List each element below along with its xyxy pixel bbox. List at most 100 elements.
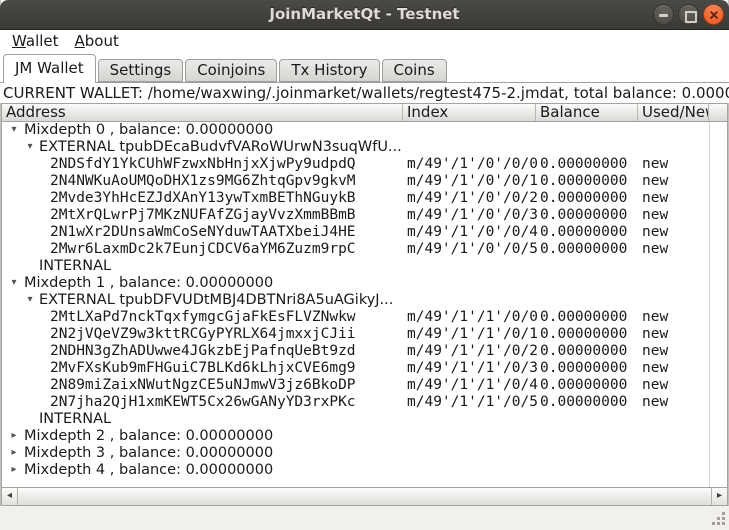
horizontal-scrollbar[interactable]: ◂ ▸ <box>2 487 727 505</box>
address-cell: 2N89miZaixNWutNgzCE5uNJmwV3jz6BkoDP <box>50 377 356 394</box>
close-icon[interactable] <box>703 4 724 25</box>
status-cell: new <box>642 241 668 258</box>
address-row[interactable]: 2NDHN3gZhADUwwe4JGkzbEjPafnqUeBt9zdm/49'… <box>2 343 726 360</box>
balance-cell: 0.00000000 <box>540 309 627 326</box>
resize-grip-icon[interactable] <box>711 511 726 526</box>
tree-label: Mixdepth 2 , balance: 0.00000000 <box>24 428 273 445</box>
menu-about[interactable]: About <box>67 31 127 51</box>
scroll-left-icon[interactable]: ◂ <box>2 488 18 505</box>
column-divider <box>709 122 710 487</box>
index-cell: m/49'/1'/1'/0/1 <box>407 326 538 343</box>
mixdepth-row[interactable]: ▾Mixdepth 0 , balance: 0.00000000 <box>2 122 726 139</box>
address-cell: 2N2jVQeVZ9w3kttRCGyPYRLX64jmxxjCJii <box>50 326 356 343</box>
address-row[interactable]: 2N7jha2QjH1xmKEWT5Cx26wGANyYD3rxPKcm/49'… <box>2 394 726 411</box>
tree-label: Mixdepth 0 , balance: 0.00000000 <box>24 122 273 139</box>
index-cell: m/49'/1'/1'/0/2 <box>407 343 538 360</box>
expander-expanded-icon[interactable]: ▾ <box>24 139 36 156</box>
status-cell: new <box>642 343 668 360</box>
mixdepth-row[interactable]: ▸Mixdepth 4 , balance: 0.00000000 <box>2 462 726 479</box>
status-bar <box>0 506 729 530</box>
expander-collapsed-icon[interactable]: ▸ <box>8 462 20 479</box>
expander-expanded-icon[interactable]: ▾ <box>8 275 20 292</box>
tab-coins[interactable]: Coins <box>382 59 447 82</box>
expander-expanded-icon[interactable]: ▾ <box>8 122 20 139</box>
address-cell: 2N4NWKuAoUMQoDHX1zs9MG6ZhtqGpv9gkvM <box>50 173 356 190</box>
balance-cell: 0.00000000 <box>540 360 627 377</box>
expander-expanded-icon[interactable]: ▾ <box>24 292 36 309</box>
address-row[interactable]: 2Mwr6LaxmDc2k7EunjCDCV6aYM6Zuzm9rpC m/49'… <box>2 241 726 258</box>
window-controls <box>653 4 724 25</box>
address-row[interactable]: 2N1wXr2DUnsaWmCoSeNYduwTAATXbeiJ4HE m/49'… <box>2 224 726 241</box>
titlebar[interactable]: JoinMarketQt - Testnet <box>0 0 729 30</box>
balance-cell: 0.00000000 <box>540 156 627 173</box>
index-cell: m/49'/1'/1'/0/4 <box>407 377 538 394</box>
index-cell: m/49'/1'/1'/0/0 <box>407 309 538 326</box>
status-cell: new <box>642 309 668 326</box>
status-cell: new <box>642 224 668 241</box>
menubar: WalletAbout <box>0 30 729 54</box>
tree-label: EXTERNAL tpubDEcaBudvfVARoWUrwN3suqWfU..… <box>39 139 402 156</box>
address-row[interactable]: 2NDSfdY1YkCUhWFzwxNbHnjxXjwPy9udpdQ m/49'… <box>2 156 726 173</box>
tab-bar: JM WalletSettingsCoinjoinsTx HistoryCoin… <box>0 54 729 83</box>
balance-cell: 0.00000000 <box>540 241 627 258</box>
status-cell: new <box>642 326 668 343</box>
address-cell: 2MtXrQLwrPj7MKzNUFAfZGjayVvzXmmBBmB <box>50 207 356 224</box>
expander-collapsed-icon[interactable]: ▸ <box>8 428 20 445</box>
address-row[interactable]: 2N89miZaixNWutNgzCE5uNJmwV3jz6BkoDP m/49'… <box>2 377 726 394</box>
status-cell: new <box>642 156 668 173</box>
index-cell: m/49'/1'/0'/0/0 <box>407 156 538 173</box>
wallet-tree: AddressIndexBalanceUsed/New ▾Mixdepth 0 … <box>1 103 728 506</box>
address-cell: 2N1wXr2DUnsaWmCoSeNYduwTAATXbeiJ4HE <box>50 224 356 241</box>
tab-jm-wallet[interactable]: JM Wallet <box>3 54 96 83</box>
address-cell: 2MtLXaPd7nckTqxfymgcGjaFkEsFLVZNwkw <box>50 309 356 326</box>
tree-label: Mixdepth 3 , balance: 0.00000000 <box>24 445 273 462</box>
tree-label: Mixdepth 4 , balance: 0.00000000 <box>24 462 273 479</box>
address-row[interactable]: 2MtLXaPd7nckTqxfymgcGjaFkEsFLVZNwkw m/49'… <box>2 309 726 326</box>
mixdepth-row[interactable]: ▸Mixdepth 2 , balance: 0.00000000 <box>2 428 726 445</box>
scrollbar-thumb[interactable] <box>19 488 710 505</box>
index-cell: m/49'/1'/0'/0/5 <box>407 241 538 258</box>
address-cell: 2N7jha2QjH1xmKEWT5Cx26wGANyYD3rxPKc <box>50 394 356 411</box>
address-row[interactable]: 2MvFXsKub9mFHGuiC7BLKd6kLhjxCVE6mg9m/49'… <box>2 360 726 377</box>
tree-label: INTERNAL <box>39 411 111 428</box>
tab-tx-history[interactable]: Tx History <box>279 59 379 82</box>
balance-cell: 0.00000000 <box>540 377 627 394</box>
mixdepth-row[interactable]: ▾Mixdepth 1 , balance: 0.00000000 <box>2 275 726 292</box>
status-cell: new <box>642 394 668 411</box>
maximize-icon[interactable] <box>678 4 699 25</box>
column-header-used-new[interactable]: Used/New <box>638 104 709 121</box>
balance-cell: 0.00000000 <box>540 173 627 190</box>
status-cell: new <box>642 360 668 377</box>
address-row[interactable]: 2Mvde3YhHcEZJdXAnY13ywTxmBEThNGuykBm/49'… <box>2 190 726 207</box>
address-row[interactable]: 2N2jVQeVZ9w3kttRCGyPYRLX64jmxxjCJii m/49'… <box>2 326 726 343</box>
index-cell: m/49'/1'/1'/0/3 <box>407 360 538 377</box>
expander-collapsed-icon[interactable]: ▸ <box>8 445 20 462</box>
address-cell: 2NDSfdY1YkCUhWFzwxNbHnjxXjwPy9udpdQ <box>50 156 356 173</box>
address-row[interactable]: 2MtXrQLwrPj7MKzNUFAfZGjayVvzXmmBBmBm/49'… <box>2 207 726 224</box>
status-cell: new <box>642 377 668 394</box>
column-header-balance[interactable]: Balance <box>536 104 638 121</box>
scroll-right-icon[interactable]: ▸ <box>711 488 727 505</box>
table-header: AddressIndexBalanceUsed/New <box>2 104 727 122</box>
branch-row[interactable]: ▾EXTERNAL tpubDEcaBudvfVARoWUrwN3suqWfU.… <box>2 139 726 156</box>
current-wallet-banner: CURRENT WALLET: /home/waxwing/.joinmarke… <box>0 83 729 103</box>
tab-settings[interactable]: Settings <box>98 59 184 82</box>
column-header-address[interactable]: Address <box>2 104 403 121</box>
column-header-index[interactable]: Index <box>403 104 536 121</box>
menu-wallet[interactable]: Wallet <box>4 31 67 51</box>
balance-cell: 0.00000000 <box>540 394 627 411</box>
window-title: JoinMarketQt - Testnet <box>0 0 729 30</box>
balance-cell: 0.00000000 <box>540 326 627 343</box>
status-cell: new <box>642 207 668 224</box>
branch-row[interactable]: ▾EXTERNAL tpubDFVUDtMBJ4DBTNri8A5uAGikyJ… <box>2 292 726 309</box>
status-cell: new <box>642 190 668 207</box>
branch-row[interactable]: INTERNAL <box>2 411 726 428</box>
index-cell: m/49'/1'/0'/0/4 <box>407 224 538 241</box>
branch-row[interactable]: INTERNAL <box>2 258 726 275</box>
mixdepth-row[interactable]: ▸Mixdepth 3 , balance: 0.00000000 <box>2 445 726 462</box>
address-cell: 2Mwr6LaxmDc2k7EunjCDCV6aYM6Zuzm9rpC <box>50 241 356 258</box>
tab-coinjoins[interactable]: Coinjoins <box>185 59 277 82</box>
index-cell: m/49'/1'/0'/0/2 <box>407 190 538 207</box>
minimize-icon[interactable] <box>653 4 674 25</box>
address-row[interactable]: 2N4NWKuAoUMQoDHX1zs9MG6ZhtqGpv9gkvMm/49'… <box>2 173 726 190</box>
